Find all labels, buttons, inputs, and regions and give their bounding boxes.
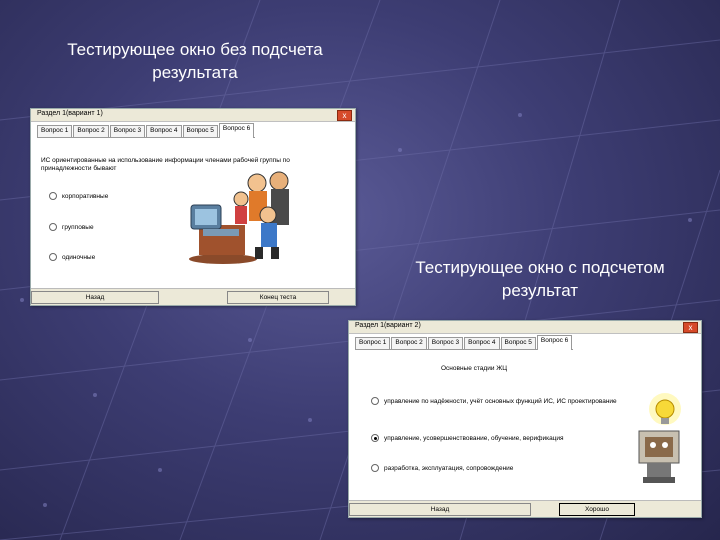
radio-button[interactable] <box>49 223 57 231</box>
answer-option-2[interactable]: управление, усовершенствование, обучение… <box>371 434 564 442</box>
radio-button[interactable] <box>49 253 57 261</box>
tab-question-5[interactable]: Вопрос 5 <box>182 125 218 137</box>
answer-option-3[interactable]: одиночные <box>49 253 95 261</box>
question-tabs: Вопрос 1 Вопрос 2 Вопрос 3 Вопрос 4 Вопр… <box>355 335 574 350</box>
test-window-with-scoring: Раздел 1(вариант 2) x Вопрос 1 Вопрос 2 … <box>348 320 702 518</box>
answer-label: разработка, эксплуатация, сопровождение <box>384 464 514 472</box>
answer-label: одиночные <box>62 253 96 261</box>
ok-button[interactable]: Хорошо <box>559 503 635 516</box>
test-window-no-scoring: Раздел 1(вариант 1) x Вопрос 1 Вопрос 2 … <box>30 108 356 306</box>
tab-question-4[interactable]: Вопрос 4 <box>464 337 500 349</box>
caption-with-scoring: Тестирующее окно с подсчетом результат <box>415 258 665 300</box>
answer-label: корпоративные <box>62 192 109 200</box>
radio-button[interactable] <box>371 464 379 472</box>
button-bar: Назад Хорошо <box>349 500 701 517</box>
caption-without-scoring: Тестирующее окно без подсчета результата <box>67 40 323 82</box>
tab-question-1[interactable]: Вопрос 1 <box>37 125 73 137</box>
radio-button-selected[interactable] <box>371 434 379 442</box>
answer-label: групповые <box>62 223 94 231</box>
tab-question-6[interactable]: Вопрос 6 <box>536 335 573 350</box>
close-icon[interactable]: x <box>683 322 698 333</box>
tab-question-6[interactable]: Вопрос 6 <box>218 123 255 138</box>
answer-option-2[interactable]: групповые <box>49 223 94 231</box>
tab-question-1[interactable]: Вопрос 1 <box>355 337 391 349</box>
tab-question-2[interactable]: Вопрос 2 <box>73 125 109 137</box>
tab-question-3[interactable]: Вопрос 3 <box>109 125 146 137</box>
people-at-computer-illustration <box>189 171 289 264</box>
tab-question-4[interactable]: Вопрос 4 <box>146 125 182 137</box>
radio-button[interactable] <box>371 397 379 405</box>
question-text: Основные стадии ЖЦ <box>441 365 508 372</box>
tab-question-2[interactable]: Вопрос 2 <box>391 337 427 349</box>
answer-option-1[interactable]: корпоративные <box>49 192 108 200</box>
lightbulb-robot-illustration <box>638 393 681 483</box>
close-icon[interactable]: x <box>337 110 352 121</box>
window-titlebar: Раздел 1(вариант 2) x <box>349 321 701 334</box>
window-title: Раздел 1(вариант 1) <box>37 110 103 117</box>
answer-option-1[interactable]: управление по надёжности, учёт основных … <box>371 397 617 405</box>
question-tabs: Вопрос 1 Вопрос 2 Вопрос 3 Вопрос 4 Вопр… <box>37 123 256 138</box>
window-title: Раздел 1(вариант 2) <box>355 322 421 329</box>
back-button[interactable]: Назад <box>31 291 159 304</box>
back-button[interactable]: Назад <box>349 503 531 516</box>
radio-button[interactable] <box>49 192 57 200</box>
tab-question-3[interactable]: Вопрос 3 <box>427 337 464 349</box>
answer-label: управление, усовершенствование, обучение… <box>384 434 564 442</box>
answer-label: управление по надёжности, учёт основных … <box>384 397 617 405</box>
answer-option-3[interactable]: разработка, эксплуатация, сопровождение <box>371 464 513 472</box>
tab-question-5[interactable]: Вопрос 5 <box>500 337 536 349</box>
window-titlebar: Раздел 1(вариант 1) x <box>31 109 355 122</box>
button-bar: Назад Конец теста <box>31 288 355 305</box>
finish-test-button[interactable]: Конец теста <box>227 291 329 304</box>
